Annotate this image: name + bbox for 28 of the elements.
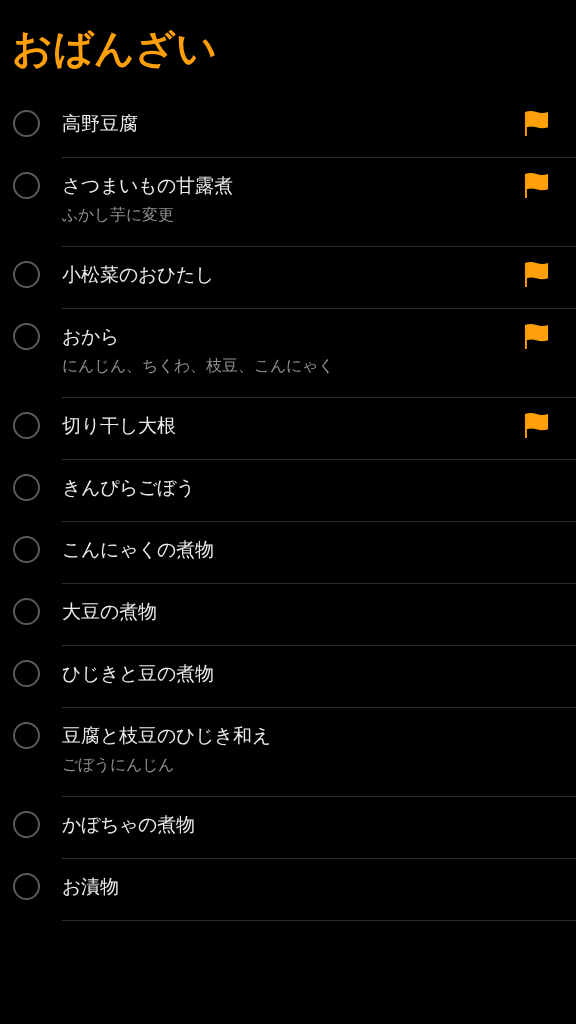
reminder-title[interactable]: お漬物 — [62, 873, 576, 899]
reminder-checkbox[interactable] — [13, 474, 40, 501]
reminder-note: ごぼうにんじん — [62, 754, 175, 776]
reminder-note: ふかし芋に変更 — [62, 204, 175, 226]
reminder-note: にんじん、ちくわ、枝豆、こんにゃく — [62, 355, 335, 377]
reminder-checkbox[interactable] — [13, 722, 40, 749]
reminder-checkbox[interactable] — [13, 536, 40, 563]
reminder-checkbox[interactable] — [13, 261, 40, 288]
reminder-title[interactable]: さつまいもの甘露煮 — [62, 172, 524, 198]
reminder-checkbox[interactable] — [13, 412, 40, 439]
reminder-title[interactable]: 大豆の煮物 — [62, 598, 576, 624]
reminder-title[interactable]: 小松菜のおひたし — [62, 261, 524, 287]
reminder-checkbox[interactable] — [13, 110, 40, 137]
reminder-checkbox[interactable] — [13, 323, 40, 350]
reminder-checkbox[interactable] — [13, 172, 40, 199]
reminder-title[interactable]: きんぴらごぼう — [62, 474, 576, 500]
reminder-title[interactable]: 切り干し大根 — [62, 412, 524, 438]
reminder-title[interactable]: かぼちゃの煮物 — [62, 811, 576, 837]
reminder-title[interactable]: おから — [62, 323, 524, 349]
list-title: おばんざい — [11, 24, 218, 73]
reminder-title[interactable]: 豆腐と枝豆のひじき和え — [62, 722, 576, 748]
reminder-checkbox[interactable] — [13, 598, 40, 625]
reminder-title[interactable]: こんにゃくの煮物 — [62, 536, 576, 562]
reminder-checkbox[interactable] — [13, 660, 40, 687]
reminder-checkbox[interactable] — [13, 873, 40, 900]
reminder-title[interactable]: ひじきと豆の煮物 — [62, 660, 576, 686]
reminder-title[interactable]: 高野豆腐 — [62, 110, 524, 136]
reminder-checkbox[interactable] — [13, 811, 40, 838]
